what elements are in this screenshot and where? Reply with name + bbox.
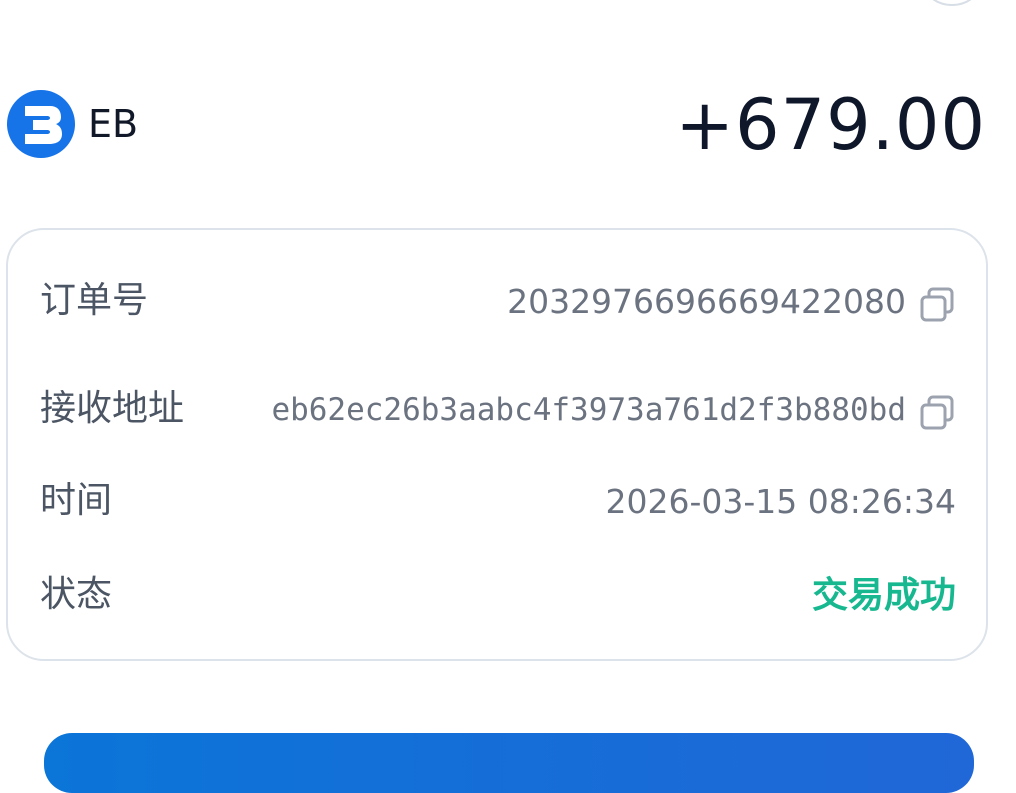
order-number-label: 订单号 [40,280,149,321]
receive-address-value: eb62ec26b3aabc4f3973a761d2f3b880bd [271,392,906,428]
time-value: 2026-03-15 08:26:34 [605,482,956,521]
time-row: 时间 2026-03-15 08:26:34 [8,470,986,530]
bottom-action-button[interactable] [44,733,974,793]
order-number-value: 2032976696669422080 [507,282,906,321]
status-row: 状态 交易成功 [8,564,986,624]
receive-address-row: 接收地址 eb62ec26b3aabc4f3973a761d2f3b880bd [8,378,986,438]
eb-coin-icon [7,90,75,158]
time-label: 时间 [40,480,113,521]
copy-icon[interactable] [918,394,956,432]
top-circle-button[interactable] [922,0,982,6]
order-number-row: 订单号 2032976696669422080 [8,270,986,330]
copy-icon[interactable] [918,286,956,324]
receive-address-label: 接收地址 [40,388,185,429]
status-value: 交易成功 [811,575,956,616]
coin-summary: EB +679.00 [0,84,1016,166]
coin-symbol: EB [88,102,139,146]
status-label: 状态 [40,574,113,615]
transaction-details-card: 订单号 2032976696669422080 接收地址 eb62ec26b3a… [6,228,988,661]
transaction-amount: +679.00 [675,84,986,166]
